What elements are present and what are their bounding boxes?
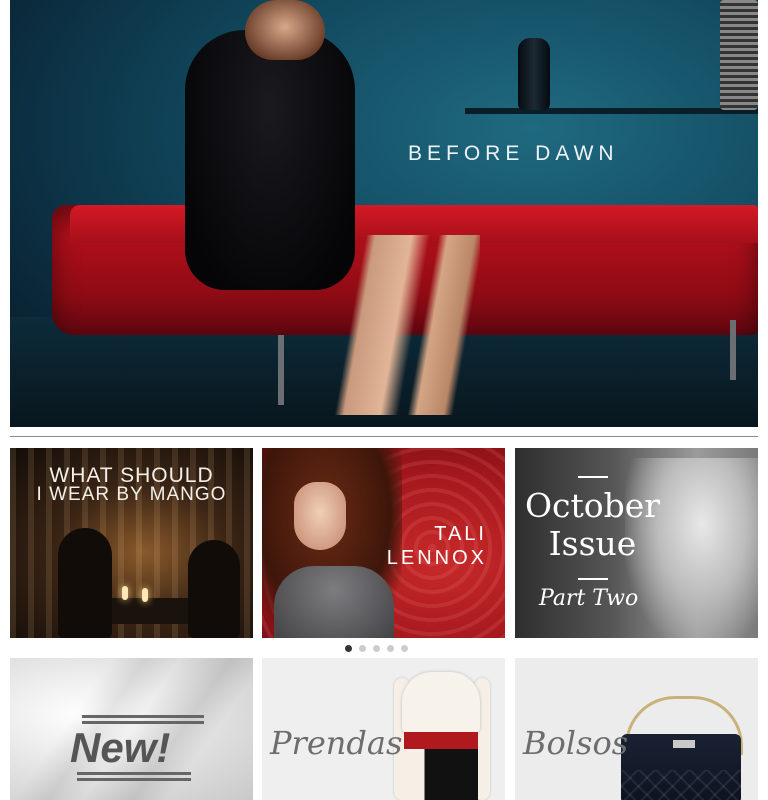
hero-model-head <box>245 0 325 60</box>
hero-side-table <box>465 108 758 114</box>
dress-waistband <box>404 732 478 749</box>
dress-skirt <box>404 749 478 800</box>
hero-title: BEFORE DAWN <box>408 142 619 165</box>
label-rule-top <box>82 715 204 718</box>
carousel-dot-2[interactable] <box>359 645 366 652</box>
model-face <box>294 482 346 550</box>
promo-title-october: October <box>524 486 661 525</box>
candle-icon <box>142 588 148 602</box>
candle-icon <box>122 586 128 600</box>
label-rule-bottom <box>77 772 191 775</box>
bag-quilting <box>621 770 741 800</box>
section-divider <box>10 436 758 437</box>
promo-what-should-i-wear[interactable]: WHAT SHOULD I WEAR BY MANGO <box>10 448 253 638</box>
label-rule-bottom <box>77 778 191 781</box>
category-new[interactable]: New! <box>10 658 253 800</box>
carousel-dot-4[interactable] <box>387 645 394 652</box>
promo-subtitle: Part Two <box>539 586 639 611</box>
promo-name-last: LENNOX <box>386 547 487 569</box>
promo-october-issue[interactable]: October Issue Part Two <box>515 448 758 638</box>
promo-name: TALI LENNOX <box>387 522 487 570</box>
woman-figure <box>188 540 240 638</box>
dress-bodice <box>402 672 480 732</box>
model-sweater <box>274 566 394 638</box>
man-figure <box>58 528 112 638</box>
promo-title-line2: I WEAR BY MANGO <box>36 484 227 505</box>
hero-lamp <box>720 0 758 110</box>
category-prendas[interactable]: Prendas <box>262 658 505 800</box>
bench-leg <box>278 335 284 405</box>
title-rule-bottom <box>578 578 608 580</box>
bench-leg <box>730 320 736 380</box>
category-label-prendas: Prendas <box>270 724 403 762</box>
carousel-pagination <box>345 645 408 652</box>
carousel-dot-3[interactable] <box>373 645 380 652</box>
promo-tali-lennox[interactable]: TALI LENNOX <box>262 448 505 638</box>
promo-title-issue: Issue <box>548 524 637 563</box>
bag-logo-tag <box>673 740 695 748</box>
hero-model-dress <box>185 30 355 290</box>
category-label-new: New! <box>70 724 171 771</box>
hero-banner[interactable]: BEFORE DAWN <box>10 0 758 427</box>
carousel-dot-1[interactable] <box>345 645 352 652</box>
category-label-bolsos: Bolsos <box>523 724 629 762</box>
title-rule-top <box>578 476 608 478</box>
promo-name-first: TALI <box>434 523 487 545</box>
category-bolsos[interactable]: Bolsos <box>515 658 758 800</box>
carousel-dot-5[interactable] <box>401 645 408 652</box>
hero-vase <box>518 38 550 110</box>
